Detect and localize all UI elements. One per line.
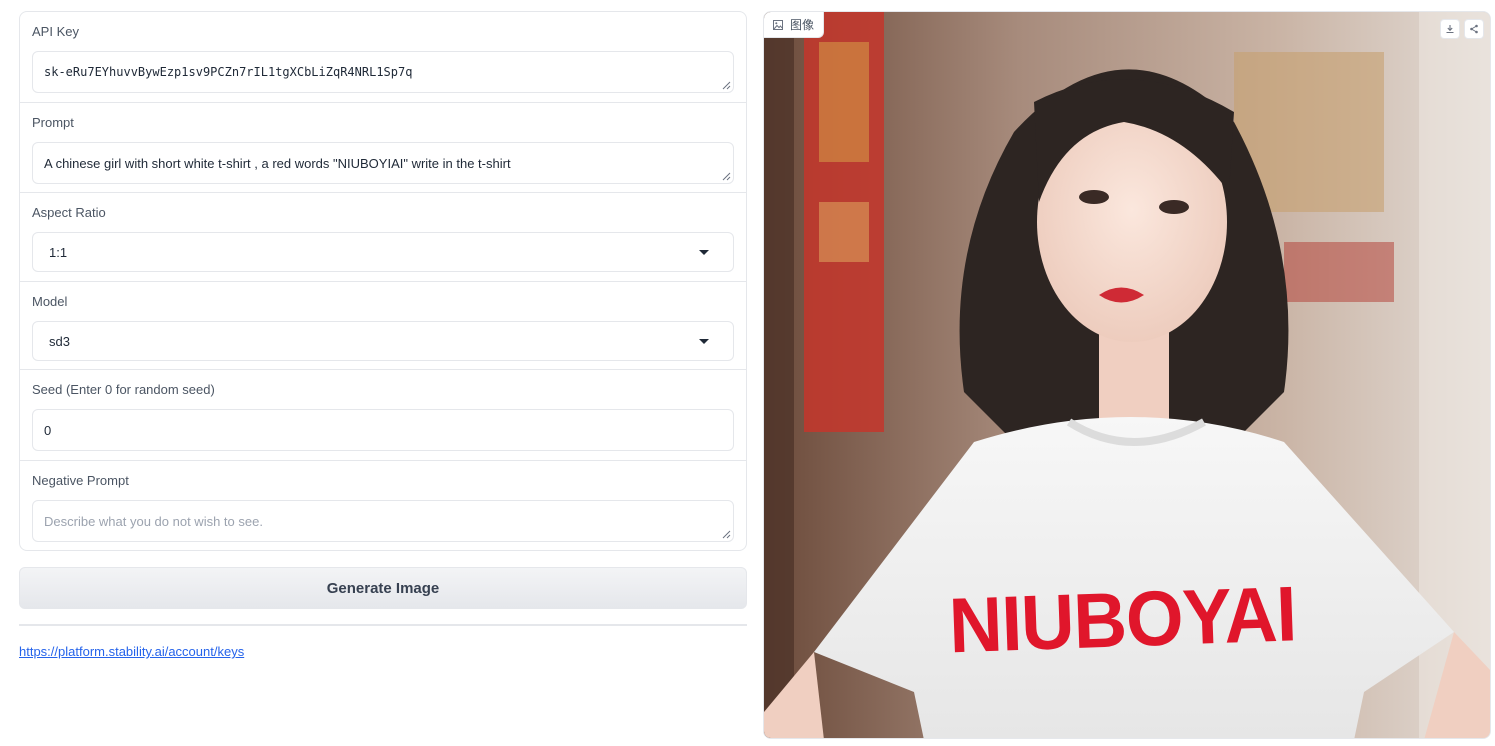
model-label: Model [32,294,68,309]
divider [19,624,747,626]
api-key-label: API Key [32,24,79,39]
prompt-input[interactable]: A chinese girl with short white t-shirt … [32,142,734,184]
model-field: Model sd3 [20,282,746,370]
aspect-ratio-field: Aspect Ratio 1:1 [20,193,746,282]
negative-prompt-placeholder: Describe what you do not wish to see. [44,513,263,529]
input-panel: API Key sk-eRu7EYhuvvBywEzp1sv9PCZn7rIL1… [19,11,747,551]
download-icon [1446,25,1454,34]
download-button[interactable] [1440,19,1460,39]
generate-image-button[interactable]: Generate Image [19,567,747,609]
shirt-text: NIUBOYAI [947,569,1298,670]
seed-field: Seed (Enter 0 for random seed) 0 [20,370,746,461]
prompt-label: Prompt [32,115,74,130]
resize-grip-icon[interactable] [722,172,731,181]
image-output-label-text: 图像 [790,18,815,32]
model-value: sd3 [49,333,70,349]
negative-prompt-field: Negative Prompt Describe what you do not… [20,461,746,550]
model-dropdown[interactable]: sd3 [32,321,734,361]
share-button[interactable] [1464,19,1484,39]
aspect-ratio-label: Aspect Ratio [32,205,106,220]
seed-input[interactable]: 0 [32,409,734,451]
negative-prompt-label: Negative Prompt [32,473,129,488]
image-output-label: 图像 [764,12,825,38]
seed-label: Seed (Enter 0 for random seed) [32,382,215,397]
resize-grip-icon[interactable] [722,81,731,90]
api-key-value: sk-eRu7EYhuvvBywEzp1sv9PCZn7rIL1tgXCbLiZ… [44,65,413,79]
negative-prompt-input[interactable]: Describe what you do not wish to see. [32,500,734,542]
api-key-field: API Key sk-eRu7EYhuvvBywEzp1sv9PCZn7rIL1… [20,12,746,103]
image-output-panel: 图像 NIUBOYAI [763,11,1491,739]
prompt-value: A chinese girl with short white t-shirt … [44,155,511,171]
chevron-down-icon [699,338,709,344]
share-icon [1470,24,1478,34]
aspect-ratio-value: 1:1 [49,244,68,260]
image-icon [773,19,783,30]
prompt-field: Prompt A chinese girl with short white t… [20,103,746,193]
chevron-down-icon [699,249,709,255]
aspect-ratio-dropdown[interactable]: 1:1 [32,232,734,272]
resize-grip-icon[interactable] [722,530,731,539]
api-key-input[interactable]: sk-eRu7EYhuvvBywEzp1sv9PCZn7rIL1tgXCbLiZ… [32,51,734,93]
stability-keys-link[interactable]: https://platform.stability.ai/account/ke… [19,644,244,659]
seed-value: 0 [44,422,52,438]
